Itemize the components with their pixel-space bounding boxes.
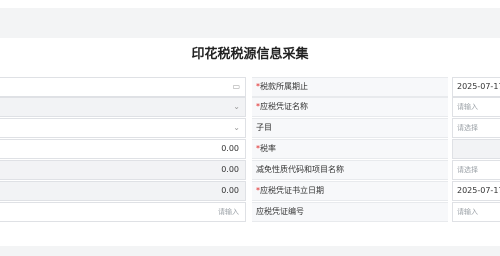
field-label: *应税凭证名称	[252, 97, 448, 117]
field-label-text: 税率	[260, 144, 276, 153]
voucher-date-field[interactable]: 2025-07-17	[452, 181, 500, 201]
form-row: 0.00 *应税凭证书立日期 2025-07-17	[0, 181, 500, 201]
form-row: 请输入 应税凭证编号 请输入	[0, 202, 500, 222]
page-title: 印花税税源信息采集	[191, 47, 309, 62]
sub-item-select[interactable]: 请选择	[452, 118, 500, 138]
amount-value: 0.00	[221, 186, 239, 195]
text-input[interactable]: 请输入	[0, 202, 246, 222]
input-placeholder: 请输入	[457, 208, 478, 216]
select-placeholder: 请选择	[457, 124, 478, 132]
amount-value: 0.00	[221, 165, 239, 174]
select-field[interactable]: ⌄	[0, 118, 246, 138]
field-label: 减免性质代码和项目名称	[252, 160, 448, 180]
calendar-icon[interactable]: ▭	[232, 78, 240, 96]
field-label: 应税凭证编号	[252, 202, 448, 222]
amount-field[interactable]: 0.00	[0, 139, 246, 159]
chevron-down-icon[interactable]: ⌄	[233, 98, 240, 116]
field-label: *税款所属期止	[252, 77, 448, 97]
field-label-text: 税款所属期止	[260, 82, 308, 91]
amount-field: 0.00	[0, 181, 246, 201]
tax-rate-field	[452, 139, 500, 159]
voucher-name-input[interactable]: 请输入	[452, 97, 500, 117]
field-label-text: 应税凭证编号	[256, 207, 304, 216]
top-strip	[0, 0, 500, 8]
form-row: ▭ *税款所属期止 2025-07-17	[0, 77, 500, 97]
field-label-text: 子目	[256, 123, 272, 132]
select-placeholder: 请选择	[457, 166, 478, 174]
select-field[interactable]: ⌄	[0, 97, 246, 117]
form-row: ⌄ *应税凭证名称 请输入	[0, 97, 500, 117]
field-label: *税率	[252, 139, 448, 159]
input-placeholder: 请输入	[457, 103, 478, 111]
chevron-down-icon[interactable]: ⌄	[233, 119, 240, 137]
input-placeholder: 请输入	[218, 208, 239, 216]
amount-field: 0.00	[0, 160, 246, 180]
exemption-code-select[interactable]: 请选择	[452, 160, 500, 180]
form-row: ⌄ 子目 请选择	[0, 118, 500, 138]
voucher-number-input[interactable]: 请输入	[452, 202, 500, 222]
form-row: 0.00 *税率	[0, 139, 500, 159]
field-label: 子目	[252, 118, 448, 138]
amount-value: 0.00	[221, 144, 239, 153]
field-label-text: 减免性质代码和项目名称	[256, 165, 344, 174]
form-row: 0.00 减免性质代码和项目名称 请选择	[0, 160, 500, 180]
field-label: *应税凭证书立日期	[252, 181, 448, 201]
field-label-text: 应税凭证书立日期	[260, 186, 324, 195]
period-end-field[interactable]: 2025-07-17	[452, 77, 500, 97]
date-field[interactable]: ▭	[0, 77, 246, 97]
field-label-text: 应税凭证名称	[260, 102, 308, 111]
